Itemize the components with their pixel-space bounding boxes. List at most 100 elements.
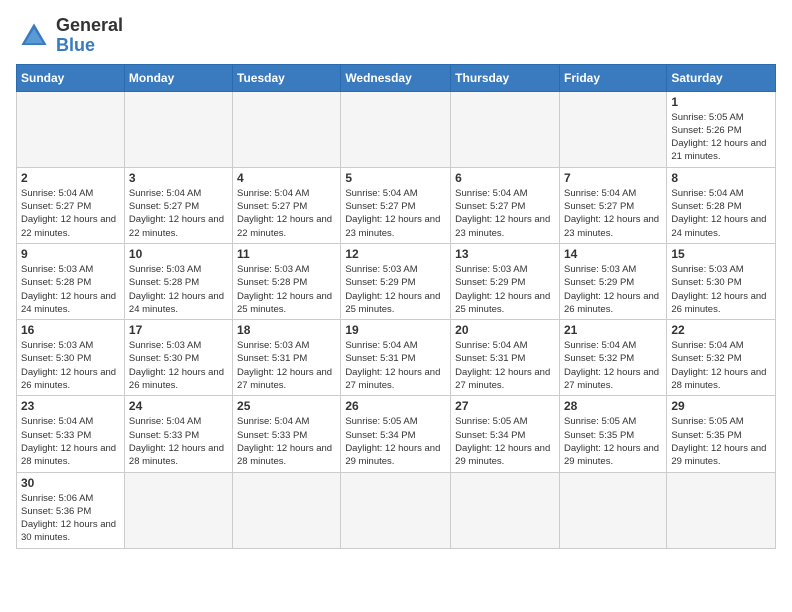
- day-info: Sunrise: 5:03 AM Sunset: 5:28 PM Dayligh…: [21, 263, 120, 316]
- day-number: 6: [455, 171, 555, 185]
- day-info: Sunrise: 5:04 AM Sunset: 5:27 PM Dayligh…: [345, 187, 446, 240]
- day-number: 5: [345, 171, 446, 185]
- day-info: Sunrise: 5:04 AM Sunset: 5:32 PM Dayligh…: [671, 339, 771, 392]
- page-header: General Blue: [16, 16, 776, 56]
- day-number: 10: [129, 247, 228, 261]
- day-number: 24: [129, 399, 228, 413]
- calendar-cell: 6 Sunrise: 5:04 AM Sunset: 5:27 PM Daylig…: [451, 167, 560, 243]
- day-info: Sunrise: 5:04 AM Sunset: 5:27 PM Dayligh…: [455, 187, 555, 240]
- day-number: 14: [564, 247, 662, 261]
- day-info: Sunrise: 5:03 AM Sunset: 5:29 PM Dayligh…: [345, 263, 446, 316]
- day-info: Sunrise: 5:05 AM Sunset: 5:34 PM Dayligh…: [455, 415, 555, 468]
- day-number: 30: [21, 476, 120, 490]
- calendar-cell: 27 Sunrise: 5:05 AM Sunset: 5:34 PM Dayli…: [451, 396, 560, 472]
- calendar-cell: 12 Sunrise: 5:03 AM Sunset: 5:29 PM Dayli…: [341, 243, 451, 319]
- day-info: Sunrise: 5:04 AM Sunset: 5:31 PM Dayligh…: [455, 339, 555, 392]
- calendar-week-4: 16Sunrise: 5:03 AM Sunset: 5:30 PM Dayli…: [17, 320, 776, 396]
- day-number: 7: [564, 171, 662, 185]
- weekday-header-friday: Friday: [559, 64, 666, 91]
- calendar-cell: 14 Sunrise: 5:03 AM Sunset: 5:29 PM Dayli…: [559, 243, 666, 319]
- day-number: 23: [21, 399, 120, 413]
- day-info: Sunrise: 5:04 AM Sunset: 5:28 PM Dayligh…: [671, 187, 771, 240]
- day-info: Sunrise: 5:05 AM Sunset: 5:34 PM Dayligh…: [345, 415, 446, 468]
- day-info: Sunrise: 5:05 AM Sunset: 5:26 PM Dayligh…: [671, 111, 771, 164]
- day-info: Sunrise: 5:03 AM Sunset: 5:29 PM Dayligh…: [455, 263, 555, 316]
- calendar-cell: [17, 91, 125, 167]
- calendar-cell: 30 Sunrise: 5:06 AM Sunset: 5:36 PM Dayli…: [17, 472, 125, 548]
- day-number: 29: [671, 399, 771, 413]
- calendar-week-3: 9 Sunrise: 5:03 AM Sunset: 5:28 PM Daylig…: [17, 243, 776, 319]
- calendar-cell: 15 Sunrise: 5:03 AM Sunset: 5:30 PM Dayli…: [667, 243, 776, 319]
- day-info: Sunrise: 5:06 AM Sunset: 5:36 PM Dayligh…: [21, 492, 120, 545]
- weekday-header-row: SundayMondayTuesdayWednesdayThursdayFrid…: [17, 64, 776, 91]
- day-number: 18: [237, 323, 336, 337]
- weekday-header-sunday: Sunday: [17, 64, 125, 91]
- calendar-cell: 19 Sunrise: 5:04 AM Sunset: 5:31 PM Dayli…: [341, 320, 451, 396]
- day-info: Sunrise: 5:03 AM Sunset: 5:30 PM Dayligh…: [671, 263, 771, 316]
- calendar-cell: [124, 472, 232, 548]
- day-number: 25: [237, 399, 336, 413]
- day-number: 28: [564, 399, 662, 413]
- calendar-cell: 23Sunrise: 5:04 AM Sunset: 5:33 PM Dayli…: [17, 396, 125, 472]
- calendar-cell: 17Sunrise: 5:03 AM Sunset: 5:30 PM Dayli…: [124, 320, 232, 396]
- day-info: Sunrise: 5:04 AM Sunset: 5:27 PM Dayligh…: [21, 187, 120, 240]
- day-number: 4: [237, 171, 336, 185]
- day-number: 20: [455, 323, 555, 337]
- day-info: Sunrise: 5:04 AM Sunset: 5:27 PM Dayligh…: [129, 187, 228, 240]
- calendar-cell: 24 Sunrise: 5:04 AM Sunset: 5:33 PM Dayli…: [124, 396, 232, 472]
- calendar-cell: [341, 91, 451, 167]
- calendar-cell: 18 Sunrise: 5:03 AM Sunset: 5:31 PM Dayli…: [233, 320, 341, 396]
- calendar-cell: [451, 472, 560, 548]
- day-number: 12: [345, 247, 446, 261]
- day-info: Sunrise: 5:05 AM Sunset: 5:35 PM Dayligh…: [564, 415, 662, 468]
- day-info: Sunrise: 5:03 AM Sunset: 5:31 PM Dayligh…: [237, 339, 336, 392]
- calendar-cell: 26 Sunrise: 5:05 AM Sunset: 5:34 PM Dayli…: [341, 396, 451, 472]
- calendar-cell: 4 Sunrise: 5:04 AM Sunset: 5:27 PM Daylig…: [233, 167, 341, 243]
- day-number: 27: [455, 399, 555, 413]
- day-number: 11: [237, 247, 336, 261]
- calendar-cell: 21Sunrise: 5:04 AM Sunset: 5:32 PM Dayli…: [559, 320, 666, 396]
- logo: General Blue: [16, 16, 123, 56]
- calendar-cell: 22 Sunrise: 5:04 AM Sunset: 5:32 PM Dayli…: [667, 320, 776, 396]
- day-number: 26: [345, 399, 446, 413]
- day-info: Sunrise: 5:04 AM Sunset: 5:31 PM Dayligh…: [345, 339, 446, 392]
- calendar-cell: 7 Sunrise: 5:04 AM Sunset: 5:27 PM Daylig…: [559, 167, 666, 243]
- day-number: 21: [564, 323, 662, 337]
- calendar-cell: 9 Sunrise: 5:03 AM Sunset: 5:28 PM Daylig…: [17, 243, 125, 319]
- calendar-week-1: 1 Sunrise: 5:05 AM Sunset: 5:26 PM Daylig…: [17, 91, 776, 167]
- calendar-cell: [233, 472, 341, 548]
- calendar-cell: [559, 91, 666, 167]
- calendar-cell: 10 Sunrise: 5:03 AM Sunset: 5:28 PM Dayli…: [124, 243, 232, 319]
- day-number: 22: [671, 323, 771, 337]
- weekday-header-tuesday: Tuesday: [233, 64, 341, 91]
- calendar-cell: 2 Sunrise: 5:04 AM Sunset: 5:27 PM Daylig…: [17, 167, 125, 243]
- day-info: Sunrise: 5:04 AM Sunset: 5:27 PM Dayligh…: [564, 187, 662, 240]
- calendar-cell: 11Sunrise: 5:03 AM Sunset: 5:28 PM Dayli…: [233, 243, 341, 319]
- calendar-cell: 25Sunrise: 5:04 AM Sunset: 5:33 PM Dayli…: [233, 396, 341, 472]
- logo-icon: [16, 18, 52, 54]
- calendar-cell: 13Sunrise: 5:03 AM Sunset: 5:29 PM Dayli…: [451, 243, 560, 319]
- day-info: Sunrise: 5:04 AM Sunset: 5:33 PM Dayligh…: [129, 415, 228, 468]
- calendar-cell: 20 Sunrise: 5:04 AM Sunset: 5:31 PM Dayli…: [451, 320, 560, 396]
- day-number: 2: [21, 171, 120, 185]
- logo-text: General Blue: [56, 16, 123, 56]
- calendar-week-5: 23 Sunrise: 5:04 AM Sunset: 5:33 PM Dayli…: [17, 396, 776, 472]
- calendar-week-6: 30 Sunrise: 5:06 AM Sunset: 5:36 PM Dayli…: [17, 472, 776, 548]
- day-info: Sunrise: 5:05 AM Sunset: 5:35 PM Dayligh…: [671, 415, 771, 468]
- calendar-week-2: 2 Sunrise: 5:04 AM Sunset: 5:27 PM Daylig…: [17, 167, 776, 243]
- calendar-cell: [341, 472, 451, 548]
- day-number: 15: [671, 247, 771, 261]
- day-info: Sunrise: 5:03 AM Sunset: 5:28 PM Dayligh…: [129, 263, 228, 316]
- day-number: 1: [671, 95, 771, 109]
- day-number: 19: [345, 323, 446, 337]
- day-info: Sunrise: 5:03 AM Sunset: 5:30 PM Dayligh…: [21, 339, 120, 392]
- calendar-cell: [124, 91, 232, 167]
- calendar-body: 1 Sunrise: 5:05 AM Sunset: 5:26 PM Daylig…: [17, 91, 776, 548]
- day-info: Sunrise: 5:03 AM Sunset: 5:29 PM Dayligh…: [564, 263, 662, 316]
- day-number: 8: [671, 171, 771, 185]
- calendar-cell: [559, 472, 666, 548]
- calendar-cell: [451, 91, 560, 167]
- weekday-header-wednesday: Wednesday: [341, 64, 451, 91]
- day-number: 9: [21, 247, 120, 261]
- day-info: Sunrise: 5:04 AM Sunset: 5:27 PM Dayligh…: [237, 187, 336, 240]
